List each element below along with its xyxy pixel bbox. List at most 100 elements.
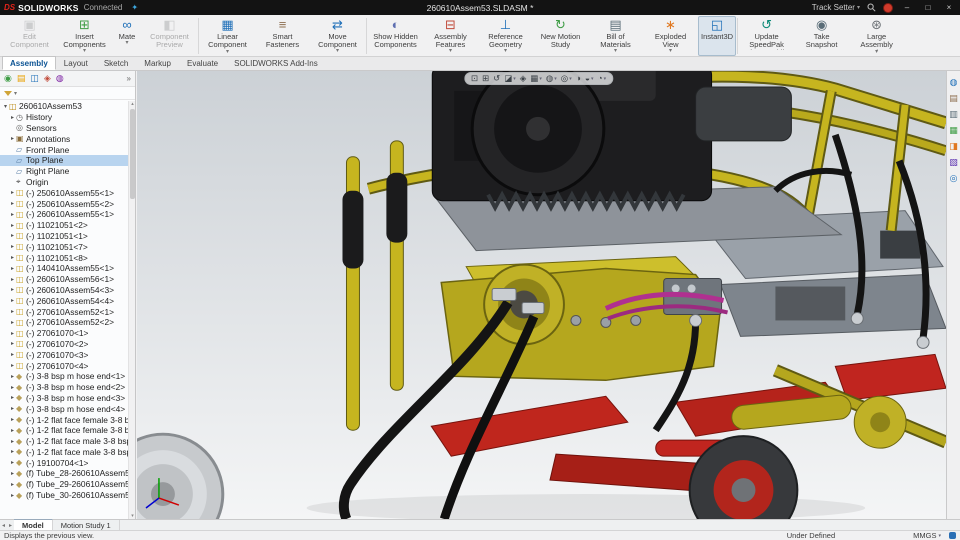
view-palette-icon[interactable]: ▦ [949, 125, 958, 135]
apply-scene-button[interactable]: ◒ ▾ [585, 74, 594, 83]
tree-item[interactable]: ▸ ◷ History [0, 112, 135, 123]
zoom-fit-button[interactable]: ⊡ [471, 74, 478, 83]
ribbon-button-mate[interactable]: ∞ Mate ▾ [112, 16, 142, 56]
expand-arrow-icon[interactable]: ▸ [9, 265, 16, 272]
tree-item[interactable]: ▸ ◫ (-) 27061070<2> [0, 339, 135, 350]
cad-model-view[interactable] [137, 71, 946, 519]
expand-arrow-icon[interactable]: ▸ [9, 211, 16, 218]
panel-expand-chevron-icon[interactable]: » [127, 74, 131, 83]
expand-arrow-icon[interactable]: ▸ [9, 427, 16, 434]
graphics-area[interactable]: ⊡ ⊞ ↺ ◪ ▾ ◈ ▦ ▾ ◍ ▾ ◎ ▾ ◑ ◒ ▾ ◔ ▾ [137, 71, 946, 519]
tree-item[interactable]: ▸ ◫ (-) 27061070<1> [0, 328, 135, 339]
expand-arrow-icon[interactable]: ▸ [9, 394, 16, 401]
expand-arrow-icon[interactable]: ▸ [9, 340, 16, 347]
ribbon-button-bill-of-materials[interactable]: ▤ Bill of Materials ▾ [588, 16, 643, 56]
display-style-button[interactable]: ◍ ▾ [546, 74, 557, 83]
ribbon-button-move-component[interactable]: ⇄ Move Component ▾ [310, 16, 365, 56]
design-library-icon[interactable]: ▤ [949, 93, 958, 103]
tab-sketch[interactable]: Sketch [96, 56, 136, 70]
bottom-tab-motion-study-1[interactable]: Motion Study 1 [53, 520, 120, 530]
tab-evaluate[interactable]: Evaluate [179, 56, 226, 70]
expand-arrow-icon[interactable]: ▸ [9, 254, 16, 261]
expand-arrow-icon[interactable]: ▸ [9, 243, 16, 250]
maximize-button[interactable]: □ [921, 3, 935, 12]
tree-item[interactable]: ▸ ◫ (-) 260610Assem55<1> [0, 209, 135, 220]
ribbon-button-insert-components[interactable]: ⊞ Insert Components ▾ [57, 16, 112, 56]
tree-item[interactable]: ▸◆(-) 1-2 flat face female 3-8 bsp f<1> [0, 414, 135, 425]
expand-arrow-icon[interactable]: ▸ [9, 319, 16, 326]
expand-arrow-icon[interactable]: ▸ [9, 222, 16, 229]
expand-arrow-icon[interactable]: ▸ [9, 308, 16, 315]
tree-item[interactable]: ▸◆(f) Tube_29-260610Assem53<1> [0, 479, 135, 490]
tree-item[interactable]: ▸ ▣ Annotations [0, 133, 135, 144]
tree-item[interactable]: ▸ ◫ (-) 260610Assem54<3> [0, 285, 135, 296]
appearances-scenes-icon[interactable]: ◨ [949, 141, 958, 151]
expand-arrow-icon[interactable]: ▸ [9, 189, 16, 196]
expand-arrow-icon[interactable]: ▾ [2, 103, 9, 110]
profile-selector[interactable]: Track Setter ▾ [812, 3, 860, 12]
custom-properties-icon[interactable]: ▧ [949, 157, 958, 167]
tree-item[interactable]: ▸ ◆ (-) 3-8 bsp m hose end<4> [0, 403, 135, 414]
propertymanager-icon[interactable]: ▤ [17, 74, 26, 83]
tree-item[interactable]: ▸ ◫ (-) 270610Assem52<2> [0, 317, 135, 328]
ribbon-button-edit-component[interactable]: ▣ Edit Component [2, 16, 57, 56]
view-settings-button[interactable]: ◔ ▾ [598, 74, 607, 83]
ribbon-button-exploded-view[interactable]: ∗ Exploded View ▾ [643, 16, 698, 56]
edit-appearance-button[interactable]: ◑ [576, 74, 581, 83]
tree-item[interactable]: ▸ ◫ (-) 27061070<4> [0, 360, 135, 371]
close-button[interactable]: × [942, 3, 956, 12]
tree-item[interactable]: ▸ ◫ (-) 250610Assem55<1> [0, 187, 135, 198]
tree-item[interactable]: ▸ ◫ (-) 27061070<3> [0, 349, 135, 360]
tree-item[interactable]: ▱ Front Plane [0, 144, 135, 155]
expand-arrow-icon[interactable]: ▸ [9, 276, 16, 283]
expand-arrow-icon[interactable]: ▸ [9, 384, 16, 391]
tree-item[interactable]: ▸ ◫ (-) 11021051<7> [0, 241, 135, 252]
user-avatar[interactable] [883, 2, 893, 13]
expand-arrow-icon[interactable]: ▸ [9, 481, 16, 488]
search-icon[interactable] [867, 3, 876, 12]
tree-item[interactable]: ▸ ◆ (-) 3-8 bsp m hose end<3> [0, 393, 135, 404]
tab-assembly[interactable]: Assembly [2, 56, 56, 70]
tab-layout[interactable]: Layout [56, 56, 96, 70]
scrollbar-thumb[interactable] [130, 109, 135, 199]
expand-arrow-icon[interactable]: ▸ [9, 438, 16, 445]
tab-nav-left-icon[interactable]: ◂ [0, 520, 7, 530]
editing-assembly-icon[interactable] [949, 532, 956, 539]
tree-item[interactable]: ▸◆(f) Tube_30-260610Assem53<1> [0, 490, 135, 501]
tree-item[interactable]: ▱ Top Plane [0, 154, 135, 166]
expand-arrow-icon[interactable]: ▸ [9, 416, 16, 423]
hide-show-items-button[interactable]: ◎ ▾ [561, 74, 572, 83]
expand-arrow-icon[interactable]: ▸ [9, 200, 16, 207]
expand-arrow-icon[interactable]: ▸ [9, 448, 16, 455]
expand-arrow-icon[interactable]: ▸ [9, 330, 16, 337]
tree-item[interactable]: ▸ ◫ (-) 260610Assem54<4> [0, 295, 135, 306]
3dexperience-icon[interactable]: ◍ [950, 77, 958, 87]
ribbon-button-take-snapshot[interactable]: ◉ Take Snapshot [794, 16, 849, 56]
expand-arrow-icon[interactable]: ▸ [9, 114, 16, 121]
forum-icon[interactable]: ◎ [950, 173, 958, 183]
view-orientation-button[interactable]: ▦ ▾ [530, 74, 542, 83]
tree-item[interactable]: ▸ ◫ (-) 140410Assem55<1> [0, 263, 135, 274]
featuremanager-design-tree-icon[interactable]: ◉ [4, 74, 12, 83]
tree-item[interactable]: ▾ ◫ 260610Assem53 [0, 101, 135, 112]
tree-item[interactable]: ▸◆(f) Tube_28-260610Assem53<1> [0, 468, 135, 479]
displaymanager-icon[interactable]: ◍ [56, 74, 64, 83]
tree-item[interactable]: ▸ ◫ (-) 11021051<8> [0, 252, 135, 263]
expand-arrow-icon[interactable]: ▸ [9, 373, 16, 380]
tree-item[interactable]: ▸◆(-) 1-2 flat face male 3-8 bsp f<2> [0, 447, 135, 458]
previous-view-button[interactable]: ↺ [493, 74, 500, 83]
file-explorer-icon[interactable]: ▥ [949, 109, 958, 119]
ribbon-button-linear-component-pattern[interactable]: ▦Linear Component Pattern▾ [200, 16, 255, 56]
tree-item[interactable]: ▸ ◫ (-) 11021051<1> [0, 231, 135, 242]
ribbon-button-new-motion-study[interactable]: ↻ New Motion Study [533, 16, 588, 56]
tab-markup[interactable]: Markup [136, 56, 179, 70]
ribbon-button-smart-fasteners[interactable]: ≡ Smart Fasteners [255, 16, 310, 56]
tree-item[interactable]: ▸ ◫ (-) 260610Assem56<1> [0, 274, 135, 285]
ribbon-button-assembly-features[interactable]: ⊟ Assembly Features ▾ [423, 16, 478, 56]
dynamic-annotation-views-button[interactable]: ◈ [520, 74, 527, 83]
tree-item[interactable]: ▸ ◫ (-) 250610Assem55<2> [0, 198, 135, 209]
tree-item[interactable]: ▱ Right Plane [0, 166, 135, 177]
tree-item[interactable]: ▸ ◆ (-) 3-8 bsp m hose end<2> [0, 382, 135, 393]
units-selector[interactable]: MMGS ▾ [913, 531, 941, 540]
ribbon-button-update-speedpak-subassemblies[interactable]: ↺Update SpeedPak Subassemblies [739, 16, 794, 56]
